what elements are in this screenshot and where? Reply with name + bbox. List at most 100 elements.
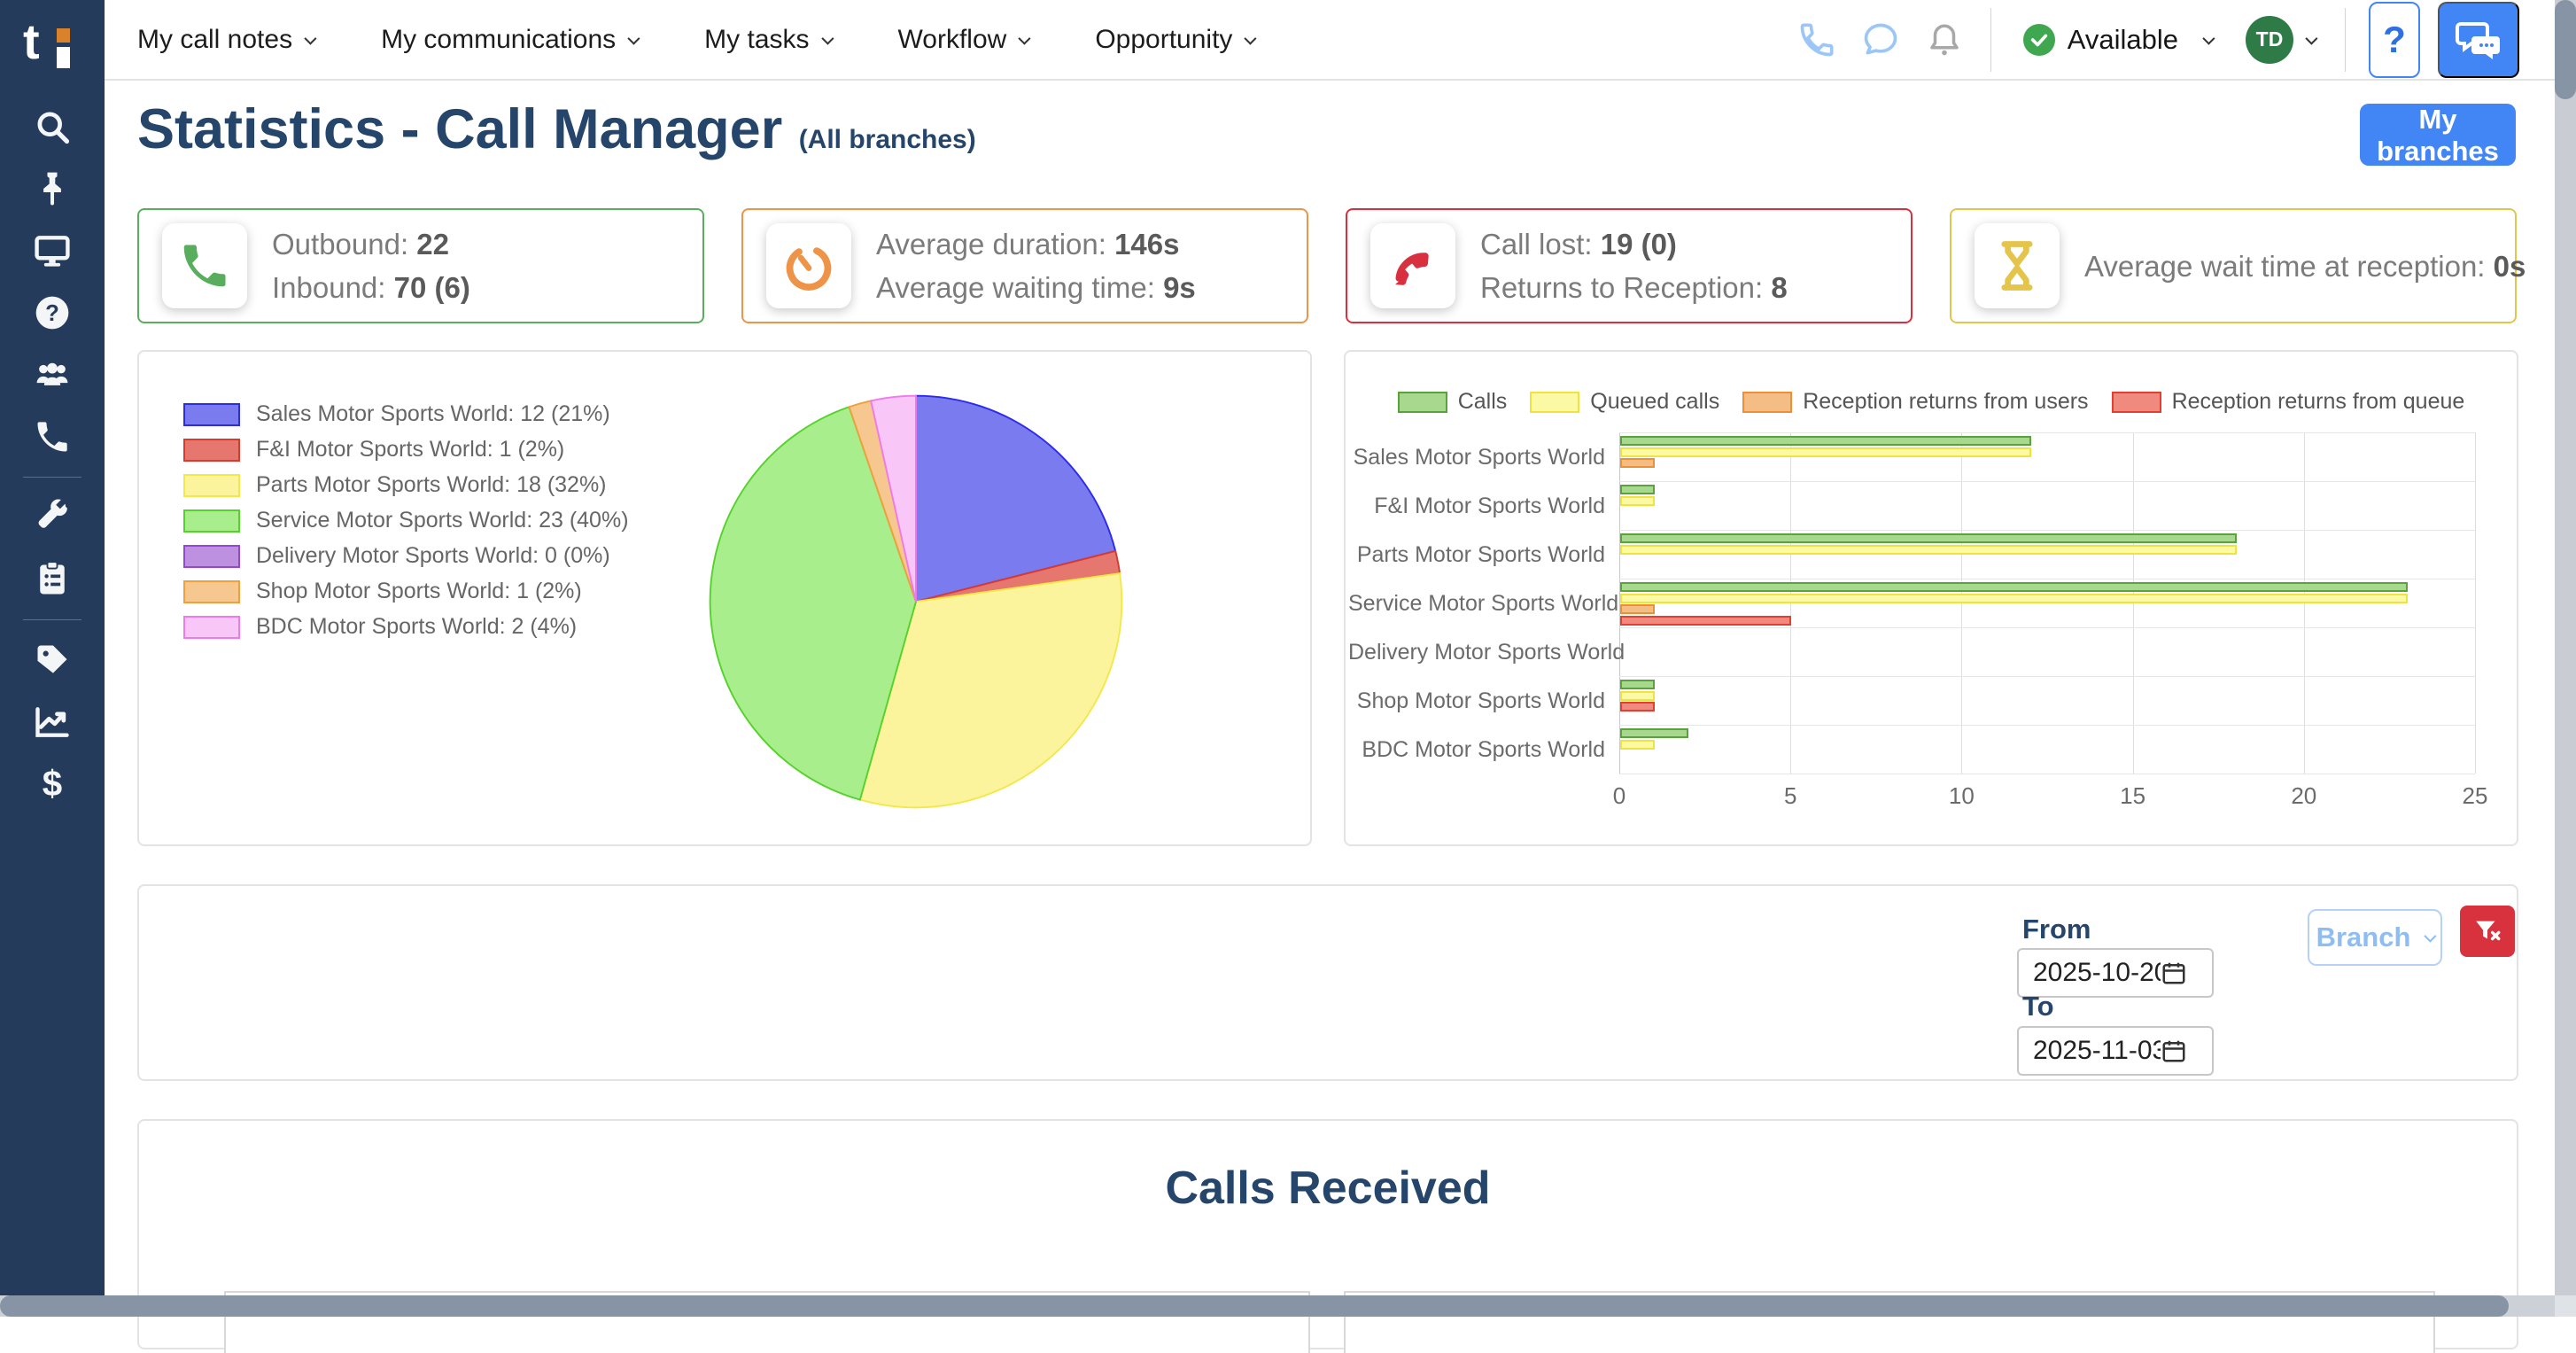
clear-filter-button[interactable] — [2460, 906, 2515, 957]
tag-icon — [33, 641, 72, 680]
gridline — [1619, 481, 2475, 482]
to-date-input[interactable] — [2019, 1036, 2161, 1066]
sidebar-divider — [23, 477, 81, 478]
help-button[interactable]: ? — [2369, 2, 2420, 78]
bar-queued-calls — [1620, 594, 2408, 603]
page-header: Statistics - Call Manager (All branches) — [137, 97, 976, 161]
sidebar-item-wrench[interactable] — [0, 486, 105, 548]
bar-legend-item: Reception returns from queue — [2112, 389, 2465, 415]
bar-category-label: Delivery Motor Sports World — [1348, 640, 1605, 665]
nav-item-label: My communications — [381, 25, 616, 55]
x-tick-label: 0 — [1613, 782, 1626, 810]
legend-label: Reception returns from users — [1803, 389, 2088, 415]
bar-reception-returns-from-users — [1620, 458, 1655, 468]
gridline — [2475, 432, 2476, 774]
bar-legend-item: Calls — [1398, 389, 1508, 415]
pie-legend: Sales Motor Sports World: 12 (21%) F&I Mo… — [183, 401, 629, 649]
bar-queued-calls — [1620, 740, 1655, 750]
logo-letter: t — [23, 12, 40, 70]
dollar-icon: $ — [33, 765, 72, 804]
stat-value: 22 — [416, 228, 449, 260]
status-available-icon — [2023, 24, 2055, 56]
legend-label: Parts Motor Sports World: 18 (32%) — [256, 472, 607, 498]
chevron-down-icon — [304, 32, 316, 44]
availability-status[interactable]: Available — [2023, 24, 2212, 56]
bar-calls — [1620, 533, 2237, 543]
nav-item-label: Workflow — [898, 25, 1007, 55]
sidebar-item-clipboard[interactable] — [0, 548, 105, 610]
sidebar-item-users[interactable] — [0, 344, 105, 406]
svg-text:?: ? — [45, 301, 59, 326]
bar-calls — [1620, 485, 1655, 494]
vertical-scrollbar-thumb[interactable] — [2555, 0, 2576, 99]
x-tick-label: 15 — [2120, 782, 2145, 810]
sidebar-item-search[interactable] — [0, 96, 105, 158]
gridline — [1619, 627, 2475, 628]
user-menu[interactable]: TD — [2246, 16, 2315, 64]
legend-swatch — [183, 474, 240, 497]
nav-item-my-communications[interactable]: My communications — [381, 25, 637, 55]
horizontal-scrollbar-thumb[interactable] — [0, 1295, 2509, 1317]
chevron-down-icon — [1019, 32, 1031, 44]
stat-line: Average duration: 146s — [876, 222, 1196, 266]
bar-reception-returns-from-users — [1620, 604, 1655, 614]
to-date-field[interactable] — [2017, 1026, 2214, 1076]
clipboard-icon — [33, 560, 72, 599]
nav-item-my-call-notes[interactable]: My call notes — [137, 25, 314, 55]
bell-icon[interactable] — [1913, 21, 1976, 58]
sidebar-item-pin[interactable] — [0, 158, 105, 220]
scrollbar-corner — [2555, 1295, 2576, 1317]
from-date-input[interactable] — [2019, 958, 2161, 988]
nav-item-workflow[interactable]: Workflow — [898, 25, 1028, 55]
nav-item-label: Opportunity — [1095, 25, 1232, 55]
filter-x-icon — [2472, 916, 2502, 946]
sidebar-item-phone[interactable] — [0, 406, 105, 468]
gridline — [1790, 432, 1791, 774]
sidebar-icon-list: ?$ — [0, 96, 105, 815]
messages-button[interactable] — [2438, 2, 2519, 78]
call-manager-dashboard: t ?$ My call notesMy communicationsMy ta… — [0, 0, 2576, 1317]
phone-icon — [162, 223, 247, 308]
stat-card-hourglass: Average wait time at reception: 0s — [1950, 208, 2517, 323]
chat-icon[interactable] — [1849, 20, 1913, 59]
legend-swatch — [183, 616, 240, 639]
topbar-right-cluster: Available TD ? — [1785, 0, 2519, 79]
gridline — [1619, 725, 2475, 726]
stat-line: Call lost: 19 (0) — [1480, 222, 1788, 266]
sidebar-item-tag[interactable] — [0, 629, 105, 691]
legend-label: Sales Motor Sports World: 12 (21%) — [256, 401, 610, 427]
sidebar-item-chart-line[interactable] — [0, 691, 105, 753]
my-branches-button[interactable]: My branches — [2360, 104, 2516, 166]
branch-dropdown-label: Branch — [2316, 921, 2411, 953]
stat-value: 19 (0) — [1601, 228, 1677, 260]
sidebar-item-help-circle[interactable]: ? — [0, 282, 105, 344]
bar-reception-returns-from-queue — [1620, 616, 1791, 626]
pin-icon — [33, 169, 72, 208]
top-navigation: My call notes My communications My tasks Wo… — [137, 0, 1253, 79]
chevron-down-icon — [1245, 32, 1257, 44]
bar-legend: Calls Queued calls Reception returns from … — [1346, 389, 2517, 415]
app-logo[interactable]: t — [0, 0, 105, 84]
gridline — [2133, 432, 2134, 774]
bar-category-label: Sales Motor Sports World — [1348, 445, 1605, 470]
vertical-scrollbar-track[interactable] — [2555, 0, 2576, 1295]
stat-card-phone-down: Call lost: 19 (0)Returns to Reception: 8 — [1346, 208, 1913, 323]
legend-label: Queued calls — [1590, 389, 1719, 415]
stat-value: 9s — [1163, 271, 1196, 304]
stat-line: Outbound: 22 — [272, 222, 470, 266]
legend-label: Delivery Motor Sports World: 0 (0%) — [256, 543, 610, 569]
pie-legend-item: F&I Motor Sports World: 1 (2%) — [183, 437, 629, 463]
stat-value: 0s — [2494, 250, 2526, 283]
branch-dropdown[interactable]: Branch — [2308, 909, 2442, 966]
sidebar: t ?$ — [0, 0, 105, 1317]
sidebar-item-dollar[interactable]: $ — [0, 753, 105, 815]
nav-item-my-tasks[interactable]: My tasks — [704, 25, 830, 55]
stat-value: 70 (6) — [394, 271, 470, 304]
bar-chart: 0510152025Sales Motor Sports WorldF&I Mo… — [1619, 432, 2475, 774]
phone-icon — [33, 417, 72, 456]
users-icon — [33, 355, 72, 394]
nav-item-opportunity[interactable]: Opportunity — [1095, 25, 1253, 55]
phone-icon[interactable] — [1785, 20, 1849, 59]
sidebar-item-desktop[interactable] — [0, 220, 105, 282]
chevron-down-icon — [2305, 32, 2317, 44]
